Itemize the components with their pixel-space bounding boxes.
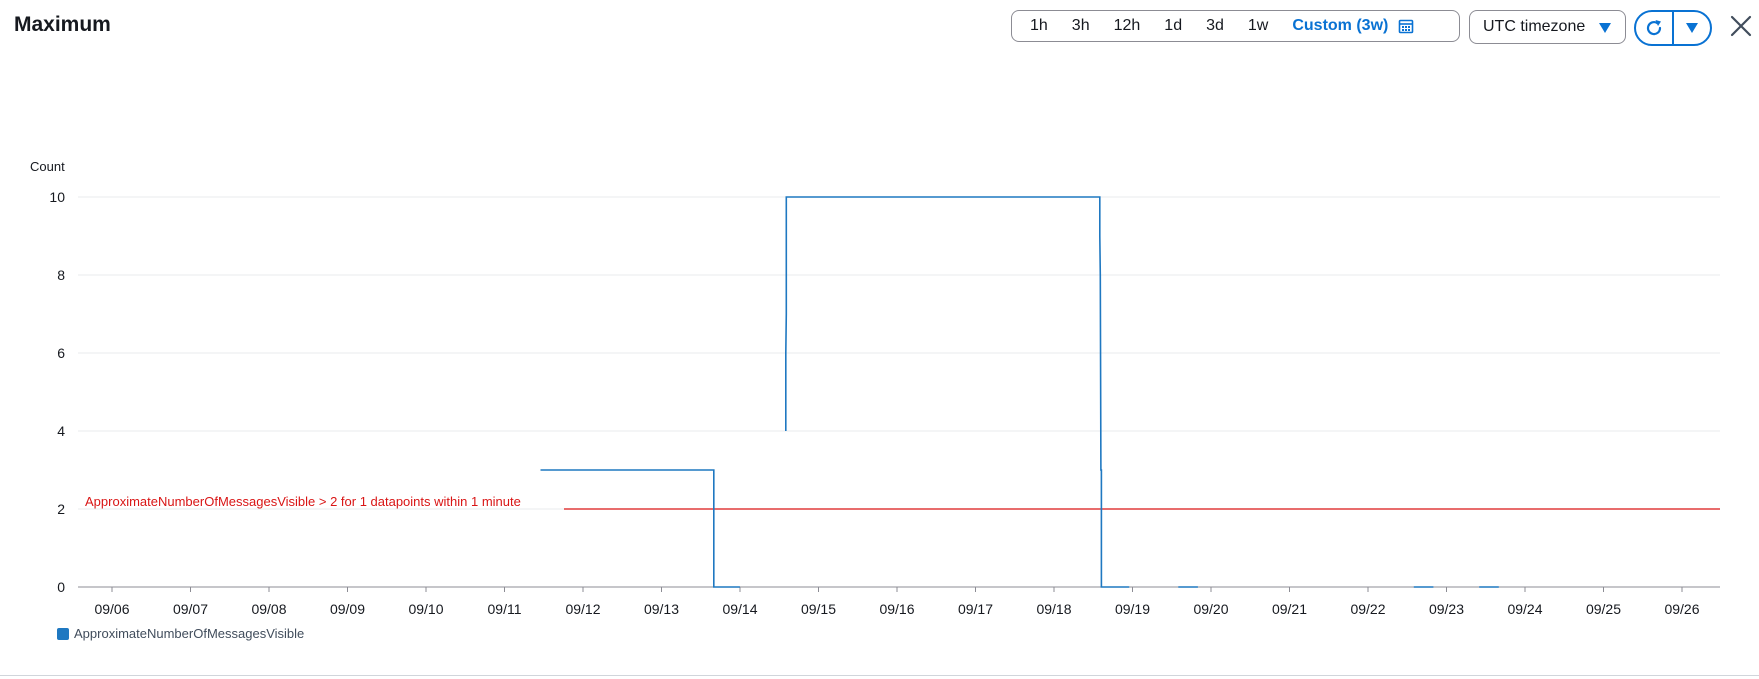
x-tick-label: 09/15 xyxy=(801,601,836,617)
x-tick-label: 09/22 xyxy=(1350,601,1385,617)
x-tick-label: 09/14 xyxy=(722,601,757,617)
x-tick-label: 09/16 xyxy=(879,601,914,617)
bottom-divider xyxy=(0,675,1759,676)
x-tick-label: 09/21 xyxy=(1272,601,1307,617)
y-tick-label: 10 xyxy=(49,189,65,205)
legend-swatch xyxy=(57,627,69,640)
x-tick-label: 09/08 xyxy=(251,601,286,617)
chart-legend[interactable]: ApproximateNumberOfMessagesVisible xyxy=(57,626,304,641)
y-tick-label: 2 xyxy=(57,501,65,517)
y-tick-label: 0 xyxy=(57,579,65,595)
x-tick-label: 09/09 xyxy=(330,601,365,617)
y-tick-label: 6 xyxy=(57,345,65,361)
y-axis-label: Count xyxy=(30,159,65,174)
y-tick-label: 4 xyxy=(57,423,65,439)
x-tick-label: 09/23 xyxy=(1429,601,1464,617)
x-tick-label: 09/24 xyxy=(1507,601,1542,617)
x-tick-label: 09/10 xyxy=(408,601,443,617)
threshold-label: ApproximateNumberOfMessagesVisible > 2 f… xyxy=(85,494,521,509)
x-tick-label: 09/07 xyxy=(173,601,208,617)
x-tick-label: 09/06 xyxy=(94,601,129,617)
x-tick-label: 09/25 xyxy=(1586,601,1621,617)
series-line xyxy=(540,469,740,588)
series-line xyxy=(785,196,1130,588)
line-chart: 0 2 4 6 8 10 Count 09/06 09/07 09/08 09/09 09/10 09/… xyxy=(30,159,1720,617)
x-tick-label: 09/12 xyxy=(565,601,600,617)
x-tick-label: 09/13 xyxy=(644,601,679,617)
x-tick-label: 09/20 xyxy=(1193,601,1228,617)
x-tick-label: 09/11 xyxy=(488,601,522,617)
x-tick-label: 09/26 xyxy=(1664,601,1699,617)
x-tick-label: 09/17 xyxy=(958,601,993,617)
x-tick-label: 09/19 xyxy=(1115,601,1150,617)
y-tick-label: 8 xyxy=(57,267,65,283)
x-tick-label: 09/18 xyxy=(1036,601,1071,617)
legend-label: ApproximateNumberOfMessagesVisible xyxy=(74,626,305,641)
